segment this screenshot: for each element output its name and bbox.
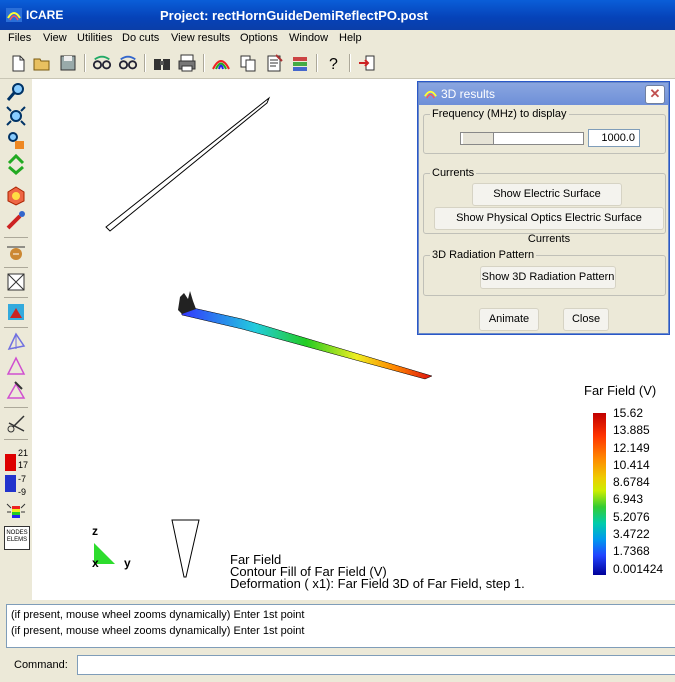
eye-icon[interactable] — [92, 53, 112, 73]
axis-x-label: x — [92, 556, 99, 570]
status-area: (if present, mouse wheel zooms dynamical… — [0, 600, 675, 682]
left-scale-label: -9 — [18, 487, 27, 497]
dialog-close-icon[interactable]: ✕ — [645, 85, 665, 104]
command-input[interactable] — [77, 655, 675, 675]
nodes-elems-icon[interactable]: NODES ELEMS — [4, 526, 30, 550]
menu-do-cuts[interactable]: Do cuts — [122, 32, 159, 44]
colorbar — [593, 413, 606, 575]
show-electric-currents-button[interactable]: Show Electric Surface Currents — [472, 183, 622, 221]
currents-group-label: Currents — [432, 167, 475, 179]
dialog-title-bar[interactable]: 3D results ✕ — [419, 83, 668, 105]
far-field-lobe — [179, 304, 433, 380]
plot-caption: Far Field Contour Fill of Far Field (V) … — [230, 553, 525, 591]
copy-icon[interactable] — [238, 53, 258, 73]
menu-view[interactable]: View — [43, 32, 67, 44]
save-disk-icon[interactable] — [58, 53, 78, 73]
help-icon[interactable]: ? — [323, 53, 343, 73]
cut-icon[interactable] — [5, 413, 27, 435]
axis-z-label: z — [92, 524, 98, 538]
colorbar-labels: 15.62 13.885 12.149 10.414 8.6784 6.943 … — [613, 405, 663, 578]
box-icon[interactable] — [5, 271, 27, 293]
title-bar: ICARE Project: rectHornGuideDemiReflectP… — [0, 0, 675, 30]
results-dialog: 3D results ✕ Frequency (MHz) to display … — [418, 82, 669, 334]
menu-view-results[interactable]: View results — [171, 32, 230, 44]
horn-outline — [171, 519, 200, 578]
colorbar-label: 3.4722 — [613, 527, 650, 542]
zoom-window-icon[interactable] — [5, 105, 27, 127]
zoom-extents-icon[interactable] — [5, 129, 27, 151]
mesh-tool-icon[interactable] — [5, 379, 27, 401]
frequency-group-label: Frequency (MHz) to display — [432, 108, 567, 120]
menu-files[interactable]: Files — [8, 32, 31, 44]
color-scale-alt-icon[interactable] — [5, 475, 16, 492]
light-icon[interactable] — [5, 185, 27, 207]
left-scale-label: -7 — [18, 474, 27, 484]
command-label: Command: — [14, 659, 68, 671]
message-log[interactable]: (if present, mouse wheel zooms dynamical… — [6, 604, 675, 648]
radiation-group-label: 3D Radiation Pattern — [432, 249, 535, 261]
window-title: Project: rectHornGuideDemiReflectPO.post — [160, 8, 428, 23]
menu-window[interactable]: Window — [289, 32, 328, 44]
frequency-slider-thumb[interactable] — [463, 133, 494, 144]
menu-bar: Files View Utilities Do cuts View result… — [0, 30, 675, 48]
radiation-group: 3D Radiation Pattern Show 3D Radiation P… — [423, 249, 666, 296]
colorbar-title: Far Field (V) — [584, 383, 657, 398]
new-file-icon[interactable] — [8, 53, 28, 73]
svg-text:?: ? — [329, 56, 338, 73]
reflector-plate — [105, 96, 271, 232]
triangle-icon[interactable] — [5, 331, 27, 353]
currents-group: Currents Show Electric Surface Currents … — [423, 167, 666, 245]
main-toolbar: ? — [0, 48, 675, 79]
main-window: ICARE Project: rectHornGuideDemiReflectP… — [0, 0, 675, 682]
exit-icon[interactable] — [357, 53, 377, 73]
nodes-label: NODES — [6, 530, 28, 536]
frequency-group: Frequency (MHz) to display 1000.0 — [423, 108, 666, 154]
dialog-app-icon — [424, 90, 437, 99]
layers-icon[interactable] — [290, 53, 310, 73]
animate-button[interactable]: Animate — [479, 308, 539, 331]
color-scale-icon[interactable] — [5, 454, 16, 471]
rainbow-icon[interactable] — [211, 53, 231, 73]
print-icon[interactable] — [177, 53, 197, 73]
binoculars-icon[interactable] — [152, 53, 172, 73]
left-toolbar: 21 17 -7 -9 NODES ELEMS — [0, 79, 32, 600]
close-button[interactable]: Close — [563, 308, 609, 331]
message-line: (if present, mouse wheel zooms dynamical… — [11, 625, 305, 637]
colorbar-label: 5.2076 — [613, 509, 650, 524]
dialog-title: 3D results — [441, 87, 496, 101]
open-folder-icon[interactable] — [32, 53, 52, 73]
frequency-value-field[interactable]: 1000.0 — [588, 129, 640, 147]
colorbar-label: 13.885 — [613, 423, 650, 438]
menu-help[interactable]: Help — [339, 32, 362, 44]
rainbow-light-icon[interactable] — [5, 500, 27, 522]
notes-icon[interactable] — [264, 53, 284, 73]
axis-y-label: y — [124, 556, 131, 570]
colorbar-label: 6.943 — [613, 492, 644, 507]
colorbar-label: 15.62 — [613, 406, 644, 420]
eye-alt-icon[interactable] — [118, 53, 138, 73]
colorbar-label: 8.6784 — [613, 475, 650, 490]
colorbar-label: 10.414 — [613, 457, 650, 472]
elems-label: ELEMS — [6, 537, 28, 543]
message-line: (if present, mouse wheel zooms dynamical… — [11, 609, 305, 621]
color-layer-icon[interactable] — [5, 301, 27, 323]
triangle-alt-icon[interactable] — [5, 355, 27, 377]
show-radiation-button[interactable]: Show 3D Radiation Pattern — [480, 266, 616, 289]
menu-options[interactable]: Options — [240, 32, 278, 44]
zoom-icon[interactable] — [5, 81, 27, 103]
colorbar-label: 12.149 — [613, 440, 650, 455]
frequency-slider[interactable] — [460, 132, 584, 145]
menu-utilities[interactable]: Utilities — [77, 32, 112, 44]
colorbar-label: 0.001424 — [613, 561, 664, 576]
rotate-icon[interactable] — [5, 153, 27, 175]
colorbar-label: 1.7368 — [613, 544, 650, 559]
caption-line3: Deformation ( x1): Far Field 3D of Far F… — [230, 576, 525, 591]
pick-icon[interactable] — [5, 209, 27, 231]
app-logo-icon — [6, 8, 22, 22]
left-scale-label: 17 — [18, 460, 29, 470]
rendering-icon[interactable] — [5, 241, 27, 263]
left-scale-label: 21 — [18, 448, 29, 458]
show-po-currents-button[interactable]: Show Physical Optics Electric Surface Cu… — [434, 207, 664, 245]
app-name: ICARE — [26, 8, 64, 22]
